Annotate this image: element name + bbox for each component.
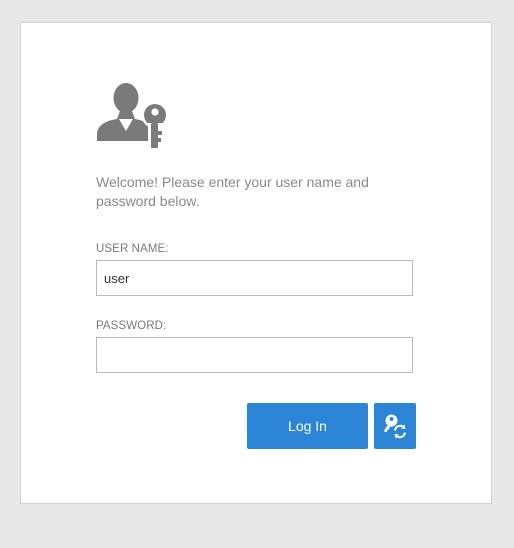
username-label: USER NAME: xyxy=(96,243,169,255)
user-key-icon xyxy=(96,81,170,149)
login-card: Welcome! Please enter your user name and… xyxy=(20,22,492,504)
username-field[interactable] xyxy=(96,260,413,296)
key-refresh-icon xyxy=(384,414,406,439)
login-button[interactable]: Log In xyxy=(247,403,368,449)
password-label: PASSWORD: xyxy=(96,320,167,332)
reset-password-button[interactable] xyxy=(374,403,416,449)
welcome-message: Welcome! Please enter your user name and… xyxy=(96,174,369,209)
password-field[interactable] xyxy=(96,337,413,373)
